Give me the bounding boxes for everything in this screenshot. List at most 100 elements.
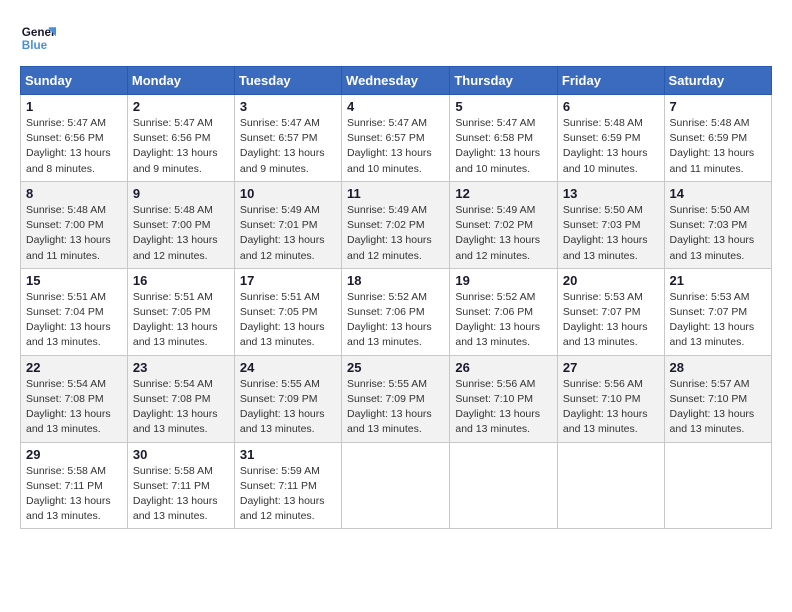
day-detail: Sunrise: 5:57 AMSunset: 7:10 PMDaylight:… [670,378,755,436]
day-number: 9 [133,186,229,201]
day-number: 20 [563,273,659,288]
day-detail: Sunrise: 5:55 AMSunset: 7:09 PMDaylight:… [347,378,432,436]
day-detail: Sunrise: 5:56 AMSunset: 7:10 PMDaylight:… [455,378,540,436]
calendar-day-cell: 6 Sunrise: 5:48 AMSunset: 6:59 PMDayligh… [557,95,664,182]
day-number: 3 [240,99,336,114]
day-number: 18 [347,273,444,288]
day-detail: Sunrise: 5:49 AMSunset: 7:02 PMDaylight:… [347,204,432,262]
calendar-week-row: 22 Sunrise: 5:54 AMSunset: 7:08 PMDaylig… [21,355,772,442]
day-number: 13 [563,186,659,201]
calendar-header-cell: Monday [127,67,234,95]
day-number: 5 [455,99,552,114]
calendar-header-cell: Saturday [664,67,771,95]
calendar-header-cell: Wednesday [342,67,450,95]
day-number: 25 [347,360,444,375]
calendar-day-cell: 4 Sunrise: 5:47 AMSunset: 6:57 PMDayligh… [342,95,450,182]
calendar-header-cell: Friday [557,67,664,95]
day-number: 12 [455,186,552,201]
day-detail: Sunrise: 5:48 AMSunset: 6:59 PMDaylight:… [563,117,648,175]
day-detail: Sunrise: 5:47 AMSunset: 6:58 PMDaylight:… [455,117,540,175]
day-number: 2 [133,99,229,114]
day-number: 24 [240,360,336,375]
day-detail: Sunrise: 5:48 AMSunset: 7:00 PMDaylight:… [26,204,111,262]
day-number: 19 [455,273,552,288]
calendar-day-cell: 29 Sunrise: 5:58 AMSunset: 7:11 PMDaylig… [21,442,128,529]
day-number: 30 [133,447,229,462]
calendar-body: 1 Sunrise: 5:47 AMSunset: 6:56 PMDayligh… [21,95,772,529]
calendar-day-cell: 15 Sunrise: 5:51 AMSunset: 7:04 PMDaylig… [21,268,128,355]
day-number: 26 [455,360,552,375]
calendar-day-cell: 18 Sunrise: 5:52 AMSunset: 7:06 PMDaylig… [342,268,450,355]
day-detail: Sunrise: 5:52 AMSunset: 7:06 PMDaylight:… [347,291,432,349]
page-header: General Blue [20,20,772,56]
day-detail: Sunrise: 5:51 AMSunset: 7:04 PMDaylight:… [26,291,111,349]
calendar-day-cell [664,442,771,529]
calendar-header-cell: Thursday [450,67,558,95]
calendar-day-cell: 5 Sunrise: 5:47 AMSunset: 6:58 PMDayligh… [450,95,558,182]
logo: General Blue [20,20,62,56]
calendar-day-cell: 21 Sunrise: 5:53 AMSunset: 7:07 PMDaylig… [664,268,771,355]
day-detail: Sunrise: 5:56 AMSunset: 7:10 PMDaylight:… [563,378,648,436]
calendar-header-cell: Tuesday [234,67,341,95]
calendar-day-cell: 19 Sunrise: 5:52 AMSunset: 7:06 PMDaylig… [450,268,558,355]
calendar-day-cell: 9 Sunrise: 5:48 AMSunset: 7:00 PMDayligh… [127,181,234,268]
day-detail: Sunrise: 5:47 AMSunset: 6:57 PMDaylight:… [240,117,325,175]
day-detail: Sunrise: 5:53 AMSunset: 7:07 PMDaylight:… [670,291,755,349]
calendar-day-cell: 30 Sunrise: 5:58 AMSunset: 7:11 PMDaylig… [127,442,234,529]
day-detail: Sunrise: 5:54 AMSunset: 7:08 PMDaylight:… [26,378,111,436]
day-number: 4 [347,99,444,114]
day-number: 22 [26,360,122,375]
day-detail: Sunrise: 5:48 AMSunset: 6:59 PMDaylight:… [670,117,755,175]
calendar-header-cell: Sunday [21,67,128,95]
day-number: 15 [26,273,122,288]
calendar-day-cell: 27 Sunrise: 5:56 AMSunset: 7:10 PMDaylig… [557,355,664,442]
day-detail: Sunrise: 5:53 AMSunset: 7:07 PMDaylight:… [563,291,648,349]
day-number: 17 [240,273,336,288]
calendar-week-row: 8 Sunrise: 5:48 AMSunset: 7:00 PMDayligh… [21,181,772,268]
day-detail: Sunrise: 5:50 AMSunset: 7:03 PMDaylight:… [670,204,755,262]
day-number: 23 [133,360,229,375]
day-number: 21 [670,273,766,288]
calendar-day-cell: 13 Sunrise: 5:50 AMSunset: 7:03 PMDaylig… [557,181,664,268]
calendar-day-cell: 26 Sunrise: 5:56 AMSunset: 7:10 PMDaylig… [450,355,558,442]
calendar-day-cell: 12 Sunrise: 5:49 AMSunset: 7:02 PMDaylig… [450,181,558,268]
calendar-day-cell: 31 Sunrise: 5:59 AMSunset: 7:11 PMDaylig… [234,442,341,529]
day-number: 1 [26,99,122,114]
day-detail: Sunrise: 5:50 AMSunset: 7:03 PMDaylight:… [563,204,648,262]
calendar-day-cell: 28 Sunrise: 5:57 AMSunset: 7:10 PMDaylig… [664,355,771,442]
calendar-day-cell: 25 Sunrise: 5:55 AMSunset: 7:09 PMDaylig… [342,355,450,442]
calendar-day-cell: 22 Sunrise: 5:54 AMSunset: 7:08 PMDaylig… [21,355,128,442]
calendar-day-cell [342,442,450,529]
calendar-day-cell: 2 Sunrise: 5:47 AMSunset: 6:56 PMDayligh… [127,95,234,182]
day-number: 16 [133,273,229,288]
day-detail: Sunrise: 5:52 AMSunset: 7:06 PMDaylight:… [455,291,540,349]
day-detail: Sunrise: 5:58 AMSunset: 7:11 PMDaylight:… [133,465,218,523]
calendar-day-cell [450,442,558,529]
day-number: 10 [240,186,336,201]
calendar-day-cell: 10 Sunrise: 5:49 AMSunset: 7:01 PMDaylig… [234,181,341,268]
calendar-week-row: 29 Sunrise: 5:58 AMSunset: 7:11 PMDaylig… [21,442,772,529]
day-detail: Sunrise: 5:47 AMSunset: 6:56 PMDaylight:… [133,117,218,175]
calendar-day-cell: 1 Sunrise: 5:47 AMSunset: 6:56 PMDayligh… [21,95,128,182]
day-detail: Sunrise: 5:47 AMSunset: 6:56 PMDaylight:… [26,117,111,175]
day-number: 31 [240,447,336,462]
calendar-day-cell: 3 Sunrise: 5:47 AMSunset: 6:57 PMDayligh… [234,95,341,182]
day-detail: Sunrise: 5:51 AMSunset: 7:05 PMDaylight:… [133,291,218,349]
day-detail: Sunrise: 5:58 AMSunset: 7:11 PMDaylight:… [26,465,111,523]
day-number: 7 [670,99,766,114]
calendar-day-cell: 11 Sunrise: 5:49 AMSunset: 7:02 PMDaylig… [342,181,450,268]
day-detail: Sunrise: 5:49 AMSunset: 7:01 PMDaylight:… [240,204,325,262]
calendar-header-row: SundayMondayTuesdayWednesdayThursdayFrid… [21,67,772,95]
calendar-day-cell: 7 Sunrise: 5:48 AMSunset: 6:59 PMDayligh… [664,95,771,182]
day-detail: Sunrise: 5:48 AMSunset: 7:00 PMDaylight:… [133,204,218,262]
calendar-day-cell: 24 Sunrise: 5:55 AMSunset: 7:09 PMDaylig… [234,355,341,442]
day-number: 11 [347,186,444,201]
calendar-day-cell: 16 Sunrise: 5:51 AMSunset: 7:05 PMDaylig… [127,268,234,355]
calendar-day-cell: 23 Sunrise: 5:54 AMSunset: 7:08 PMDaylig… [127,355,234,442]
calendar-day-cell: 8 Sunrise: 5:48 AMSunset: 7:00 PMDayligh… [21,181,128,268]
calendar-week-row: 1 Sunrise: 5:47 AMSunset: 6:56 PMDayligh… [21,95,772,182]
day-number: 6 [563,99,659,114]
calendar-day-cell [557,442,664,529]
day-number: 8 [26,186,122,201]
day-number: 29 [26,447,122,462]
